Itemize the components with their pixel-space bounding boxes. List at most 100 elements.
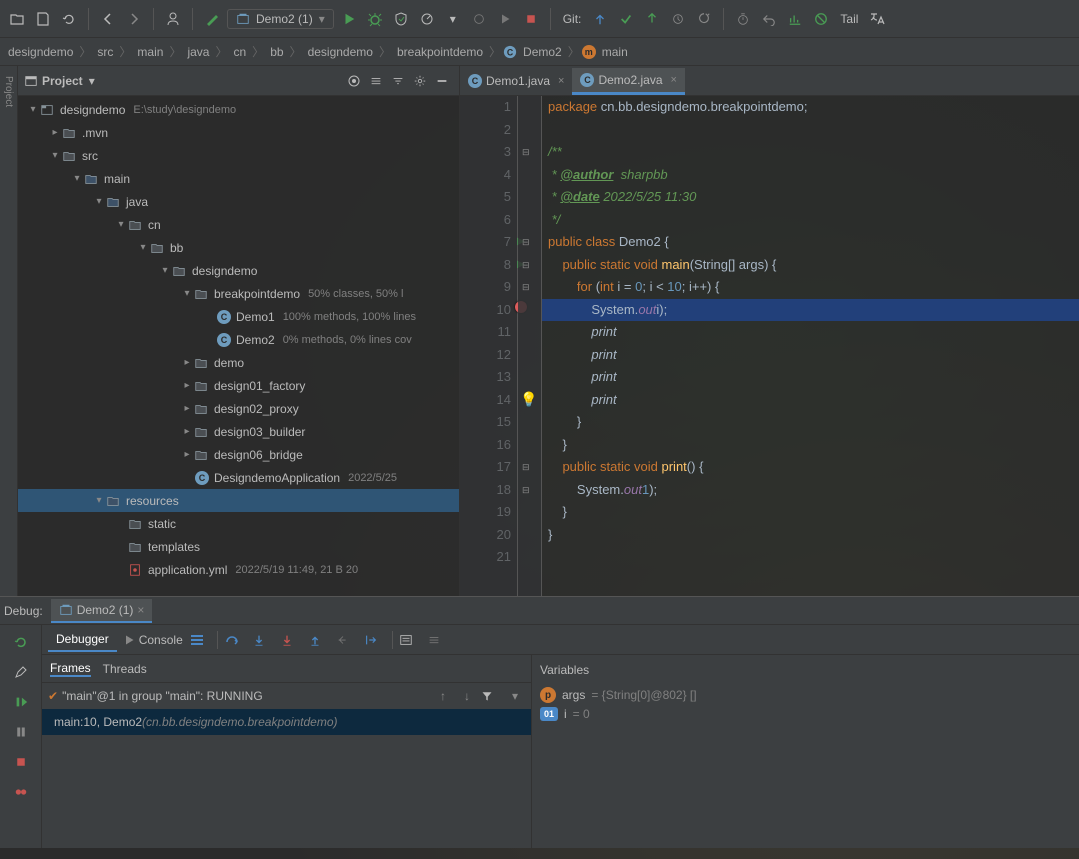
project-tree[interactable]: ▾ designdemo E:\study\designdemo ▸.mvn▾s…: [18, 96, 459, 596]
force-step-into-icon[interactable]: [280, 632, 302, 648]
tree-item[interactable]: ▾java: [18, 190, 459, 213]
tree-item[interactable]: ▾designdemo: [18, 259, 459, 282]
block-icon[interactable]: [810, 8, 832, 30]
git-push-icon[interactable]: [641, 8, 663, 30]
stop-icon[interactable]: [520, 8, 542, 30]
coverage-icon[interactable]: [390, 8, 412, 30]
undo-icon[interactable]: [758, 8, 780, 30]
attach-icon[interactable]: ▾: [442, 8, 464, 30]
run-icon[interactable]: [338, 8, 360, 30]
back-icon[interactable]: [97, 8, 119, 30]
tree-item[interactable]: ▾src: [18, 144, 459, 167]
drop-frame-icon[interactable]: [336, 633, 358, 647]
tree-item[interactable]: CDesigndemoApplication2022/5/25: [18, 466, 459, 489]
prev-frame-icon[interactable]: ↑: [433, 689, 453, 703]
close-icon[interactable]: ×: [137, 603, 144, 617]
tree-item[interactable]: CDemo1100% methods, 100% lines: [18, 305, 459, 328]
next-frame-icon[interactable]: ↓: [457, 689, 477, 703]
editor-tab-demo1[interactable]: C Demo1.java ×: [460, 69, 572, 95]
thread-dump-icon[interactable]: [189, 632, 211, 648]
breadcrumb-item[interactable]: breakpointdemo: [393, 43, 487, 61]
tree-item[interactable]: ▾bb: [18, 236, 459, 259]
project-view-dropdown-icon[interactable]: ▾: [89, 74, 95, 88]
git-rollback-icon[interactable]: [693, 8, 715, 30]
pause-icon[interactable]: [10, 721, 32, 743]
filter-icon[interactable]: [481, 690, 501, 702]
tree-item[interactable]: templates: [18, 535, 459, 558]
breadcrumb-class[interactable]: Demo2: [519, 43, 566, 61]
translate-icon[interactable]: [866, 8, 888, 30]
frames-tab[interactable]: Frames: [50, 661, 91, 677]
debugger-tab[interactable]: Debugger: [48, 628, 117, 652]
tree-item[interactable]: ▸design03_builder: [18, 420, 459, 443]
thread-selector[interactable]: ✔ "main"@1 in group "main": RUNNING ↑ ↓ …: [42, 683, 531, 709]
trace-icon[interactable]: [427, 633, 449, 647]
tree-item[interactable]: ▸design01_factory: [18, 374, 459, 397]
breadcrumb-item[interactable]: main: [133, 43, 167, 61]
profiler-icon[interactable]: [416, 8, 438, 30]
breadcrumb-item[interactable]: designdemo: [4, 43, 77, 61]
debug-icon[interactable]: [364, 8, 386, 30]
close-tab-icon[interactable]: ×: [671, 74, 677, 86]
code-editor[interactable]: 1234567▶8▶9101112131415161718192021 ⊟⊟⊟⊟…: [460, 96, 1079, 596]
resume-icon[interactable]: [10, 691, 32, 713]
select-opened-icon[interactable]: [343, 70, 365, 92]
console-tab[interactable]: Console: [123, 633, 183, 647]
git-update-icon[interactable]: [589, 8, 611, 30]
stack-frame-row[interactable]: main:10, Demo2 (cn.bb.designdemo.breakpo…: [42, 709, 531, 735]
step-over-icon[interactable]: [224, 632, 246, 648]
more-run-icon[interactable]: [468, 8, 490, 30]
settings-gear-icon[interactable]: [409, 70, 431, 92]
modify-run-icon[interactable]: [10, 661, 32, 683]
tree-item[interactable]: ▸design06_bridge: [18, 443, 459, 466]
tree-item[interactable]: ▸.mvn: [18, 121, 459, 144]
save-all-icon[interactable]: [32, 8, 54, 30]
tree-item[interactable]: static: [18, 512, 459, 535]
run-configuration-selector[interactable]: Demo2 (1) ▾: [227, 9, 334, 29]
rerun-icon[interactable]: [10, 631, 32, 653]
editor-tab-demo2[interactable]: C Demo2.java ×: [572, 68, 684, 95]
close-tab-icon[interactable]: ×: [558, 75, 564, 87]
tree-item[interactable]: ▸demo: [18, 351, 459, 374]
tree-root[interactable]: ▾ designdemo E:\study\designdemo: [18, 98, 459, 121]
threads-tab[interactable]: Threads: [103, 662, 147, 676]
side-tool-stripe[interactable]: Project: [0, 66, 18, 596]
collapse-all-icon[interactable]: [387, 70, 409, 92]
refresh-icon[interactable]: [58, 8, 80, 30]
tree-item[interactable]: ▾main: [18, 167, 459, 190]
breadcrumb-method[interactable]: main: [598, 43, 632, 61]
breadcrumb-item[interactable]: src: [93, 43, 117, 61]
breadcrumb-item[interactable]: cn: [229, 43, 250, 61]
step-out-icon[interactable]: [308, 632, 330, 648]
breadcrumb-item[interactable]: designdemo: [304, 43, 377, 61]
open-icon[interactable]: [6, 8, 28, 30]
git-history-icon[interactable]: [667, 8, 689, 30]
git-commit-icon[interactable]: [615, 8, 637, 30]
tree-item[interactable]: ▸design02_proxy: [18, 397, 459, 420]
evaluate-icon[interactable]: [399, 633, 421, 647]
tree-item[interactable]: application.yml2022/5/19 11:49, 21 B 20: [18, 558, 459, 581]
stop-debug-icon[interactable]: [10, 751, 32, 773]
line-number-gutter[interactable]: 1234567▶8▶9101112131415161718192021: [460, 96, 518, 596]
tail-label[interactable]: Tail: [840, 12, 858, 26]
code-content[interactable]: package cn.bb.designdemo.breakpointdemo;…: [542, 96, 1079, 596]
profile-icon[interactable]: [162, 8, 184, 30]
tree-item[interactable]: ▾cn: [18, 213, 459, 236]
breadcrumb-item[interactable]: bb: [266, 43, 287, 61]
run-next-icon[interactable]: [494, 8, 516, 30]
forward-icon[interactable]: [123, 8, 145, 30]
view-breakpoints-icon[interactable]: [10, 781, 32, 803]
variable-row[interactable]: 01 i = 0: [540, 705, 1071, 723]
hammer-icon[interactable]: [201, 8, 223, 30]
tree-item[interactable]: ▾breakpointdemo50% classes, 50% l: [18, 282, 459, 305]
chart-icon[interactable]: [784, 8, 806, 30]
debug-session-tab[interactable]: Demo2 (1) ×: [51, 599, 153, 623]
fold-gutter[interactable]: ⊟⊟⊟⊟💡⊟⊟: [518, 96, 542, 596]
dropdown-icon[interactable]: ▾: [505, 689, 525, 703]
stopwatch-icon[interactable]: [732, 8, 754, 30]
hide-icon[interactable]: [431, 70, 453, 92]
expand-all-icon[interactable]: [365, 70, 387, 92]
step-into-icon[interactable]: [252, 632, 274, 648]
run-to-cursor-icon[interactable]: [364, 633, 386, 647]
tree-item[interactable]: CDemo20% methods, 0% lines cov: [18, 328, 459, 351]
